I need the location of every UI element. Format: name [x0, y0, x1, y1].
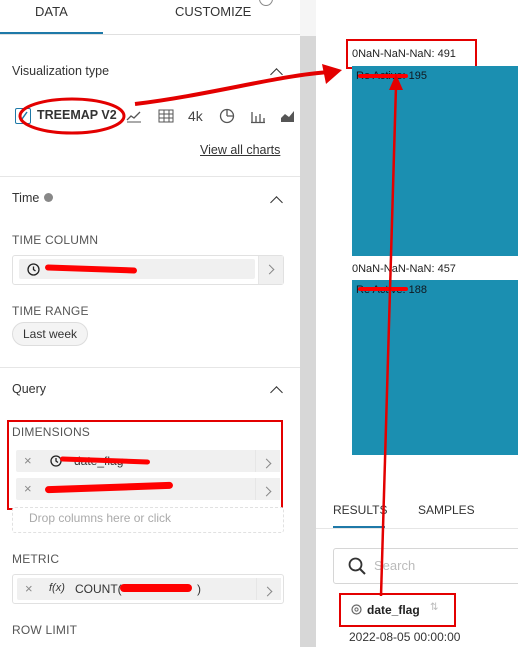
- annotation-arrow-column: [379, 85, 398, 597]
- annotation-arrowhead: [322, 64, 342, 84]
- annotation-arrow-viz: [134, 70, 331, 106]
- annotation-arrowhead: [389, 74, 403, 90]
- annotation-arrows: [18, 64, 403, 597]
- annotation-circle-treemap: [18, 97, 126, 135]
